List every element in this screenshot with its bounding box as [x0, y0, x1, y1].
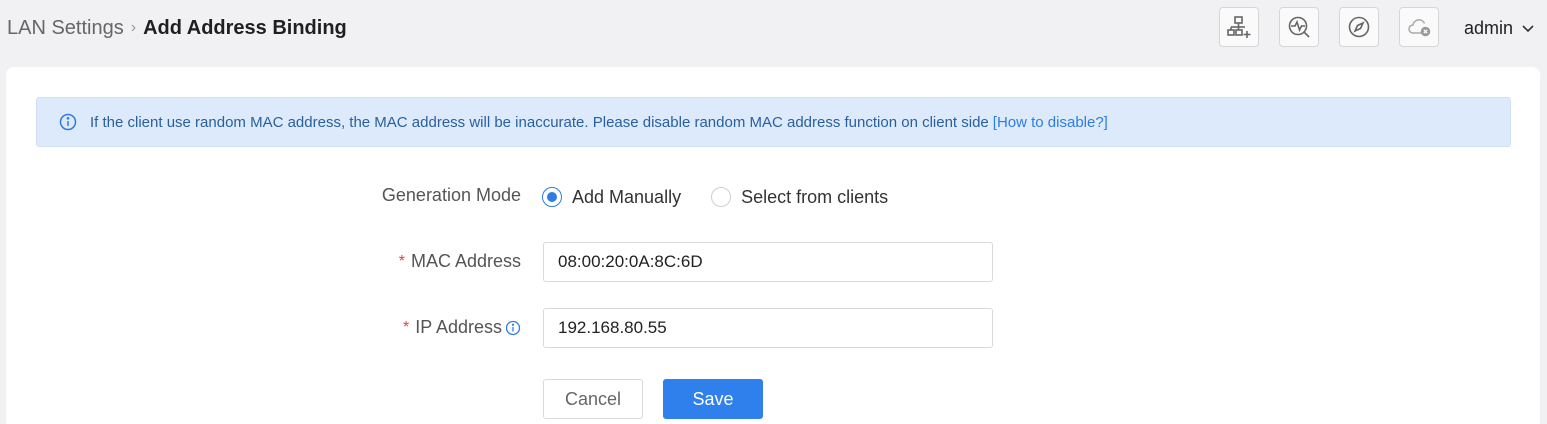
mac-address-label: * MAC Address — [399, 251, 521, 272]
cloud-status-button[interactable] — [1399, 7, 1439, 47]
compass-button[interactable] — [1339, 7, 1379, 47]
radio-select-from-clients-circle[interactable] — [711, 187, 732, 207]
breadcrumb-separator-icon: › — [130, 19, 137, 36]
breadcrumb: LAN Settings › Add Address Binding — [7, 15, 347, 41]
generation-mode-label-text: Generation Mode — [381, 185, 521, 205]
diagnose-icon — [1288, 16, 1310, 38]
chevron-down-icon — [1522, 25, 1534, 33]
diagnose-button[interactable] — [1279, 7, 1319, 47]
cloud-offline-icon — [1408, 19, 1431, 37]
user-menu[interactable]: admin — [1464, 15, 1535, 41]
ip-address-label-text: IP Address — [415, 317, 502, 337]
generation-mode-radio-group: Add Manually Select from clients — [542, 184, 888, 210]
top-bar: LAN Settings › Add Address Binding admin — [0, 0, 1547, 58]
info-alert: If the client use random MAC address, th… — [36, 97, 1511, 147]
breadcrumb-lan-settings[interactable]: LAN Settings — [7, 17, 124, 40]
required-mark: * — [403, 318, 410, 336]
radio-add-manually[interactable]: Add Manually — [542, 187, 681, 208]
mac-address-input[interactable] — [543, 242, 993, 282]
page-title: Add Address Binding — [143, 16, 347, 39]
generation-mode-label: Generation Mode — [382, 185, 521, 206]
save-button[interactable]: Save — [663, 379, 763, 419]
network-add-icon — [1227, 16, 1251, 38]
info-icon — [59, 113, 77, 131]
compass-icon — [1348, 16, 1370, 38]
radio-add-manually-circle[interactable] — [542, 187, 562, 207]
ip-info-icon[interactable] — [502, 320, 521, 336]
ip-address-label: * IP Address — [403, 317, 521, 338]
mac-address-label-text: MAC Address — [410, 251, 521, 271]
user-name: admin — [1464, 17, 1514, 38]
radio-select-from-clients[interactable]: Select from clients — [711, 187, 888, 208]
network-add-button[interactable] — [1219, 7, 1259, 47]
alert-message: If the client use random MAC address, th… — [90, 113, 989, 131]
how-to-disable-link[interactable]: [How to disable?] — [993, 114, 1108, 131]
radio-add-manually-label: Add Manually — [572, 186, 682, 207]
radio-select-from-clients-label: Select from clients — [741, 186, 889, 207]
required-mark: * — [398, 252, 405, 270]
cancel-button[interactable]: Cancel — [543, 379, 643, 419]
ip-address-input[interactable] — [543, 308, 993, 348]
